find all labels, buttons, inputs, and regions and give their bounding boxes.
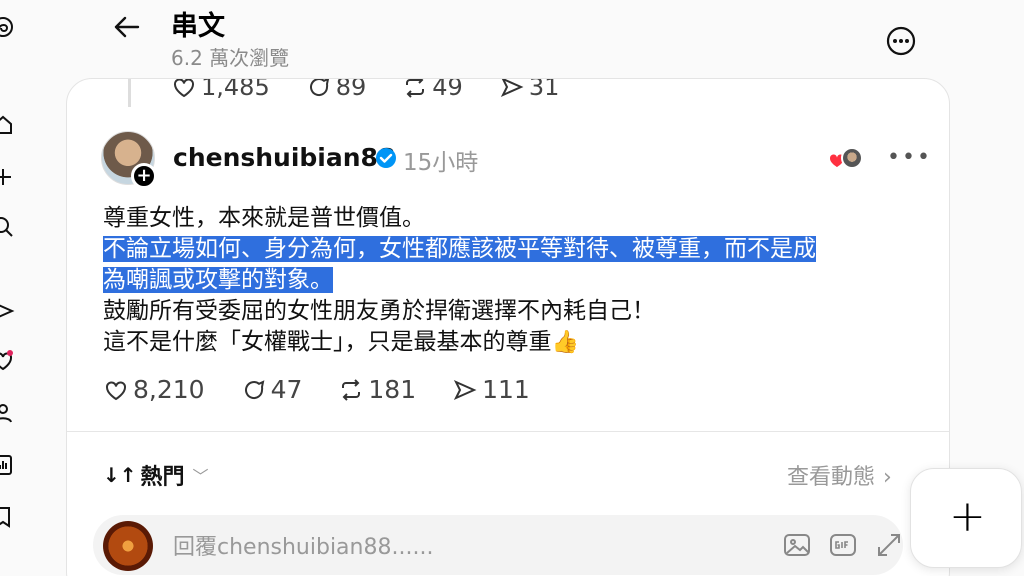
liker-avatar [841,147,863,169]
insights-icon[interactable] [0,452,16,478]
post-line: 鼓勵所有受委屈的女性朋友勇於捍衛選擇不內耗自己！ [103,298,655,324]
send-icon [500,79,524,98]
author-username[interactable]: chenshuibian88 [173,143,395,172]
image-icon[interactable] [781,529,813,561]
search-icon[interactable] [0,214,16,240]
page-title: 串文 [171,11,225,42]
thumbs-up-emoji: 👍 [551,330,579,355]
heart-icon[interactable] [0,348,16,374]
chevron-right-icon: › [883,465,892,490]
post-time: 15小時 [403,150,479,176]
post-line-highlighted: 不論立場如何、身分為何，女性都應該被平等對待、被尊重，而不是成 [103,236,816,262]
heart-icon [174,79,194,98]
post-line: 這不是什麼「女權戰士」，只是最基本的尊重 [103,329,552,355]
more-options-button[interactable] [885,25,917,57]
like-button[interactable]: 8,210 [103,375,205,404]
thread-connector-line [128,79,131,107]
send-icon[interactable] [0,298,16,324]
prev-share-button[interactable]: 31 [499,78,560,101]
new-post-button[interactable]: + [910,468,1022,568]
share-count: 111 [482,375,530,404]
follow-plus-icon[interactable]: + [131,163,157,189]
view-activity-link[interactable]: 查看動態 › [787,459,892,491]
sort-dropdown[interactable]: ↓↑ 熱門 ﹀ [103,459,209,491]
expand-icon[interactable] [873,529,905,561]
post-line: 尊重女性，本來就是普世價值。 [103,205,425,231]
heart-icon [106,380,126,400]
liked-by-avatars[interactable] [829,147,865,171]
repost-button[interactable]: 181 [338,375,416,404]
share-button[interactable]: 111 [452,375,530,404]
chevron-down-icon: ﹀ [192,467,209,486]
sort-label: 熱門 [140,465,185,490]
repost-icon [342,378,361,401]
more-circle-icon [886,26,916,56]
back-button[interactable] [110,10,144,44]
arrow-left-icon [114,16,140,38]
prev-share-count: 31 [528,78,560,101]
gif-icon[interactable] [827,529,859,561]
prev-repost-count: 49 [432,78,463,101]
home-icon[interactable] [0,112,16,138]
prev-like-button[interactable]: 1,485 [171,78,270,101]
user-avatar [103,521,153,571]
sort-arrows-icon: ↓↑ [103,463,137,487]
prev-comment-count: 89 [335,78,367,101]
post-body: 尊重女性，本來就是普世價值。 不論立場如何、身分為何，女性都應該被平等對待、被尊… [103,203,923,358]
plus-icon: + [949,491,986,542]
view-activity-label: 查看動態 [787,465,876,490]
post-stats: 8,210 47 181 111 [103,375,566,404]
profile-icon[interactable] [0,400,16,426]
divider [67,431,949,432]
like-count: 8,210 [133,375,205,404]
thread-card: 1,485 89 49 31 + chenshuibian88 15小時 •••… [66,78,950,576]
comment-icon [244,379,264,399]
prev-repost-button[interactable]: 49 [402,78,463,101]
view-count: 6.2 萬次瀏覽 [171,46,290,70]
bookmark-icon[interactable] [0,504,16,530]
plus-icon[interactable] [0,164,16,190]
verified-badge-icon [375,147,397,169]
comment-count: 47 [270,375,303,404]
reply-bar[interactable]: 回覆chenshuibian88...... [93,515,903,575]
repost-count: 181 [368,375,417,404]
post-more-button[interactable]: ••• [887,145,932,170]
prev-comment-button[interactable]: 89 [306,78,367,101]
left-rail [0,0,24,576]
send-icon [453,379,477,400]
reply-input[interactable]: 回覆chenshuibian88...... [173,529,433,561]
prev-like-count: 1,485 [201,78,270,101]
threads-logo-icon[interactable] [0,14,16,40]
comment-icon [309,79,329,96]
post-line-highlighted: 為嘲諷或攻擊的對象。 [103,267,333,293]
repost-icon [406,79,425,98]
comment-button[interactable]: 47 [241,375,303,404]
previous-post-stats: 1,485 89 49 31 [171,78,595,101]
